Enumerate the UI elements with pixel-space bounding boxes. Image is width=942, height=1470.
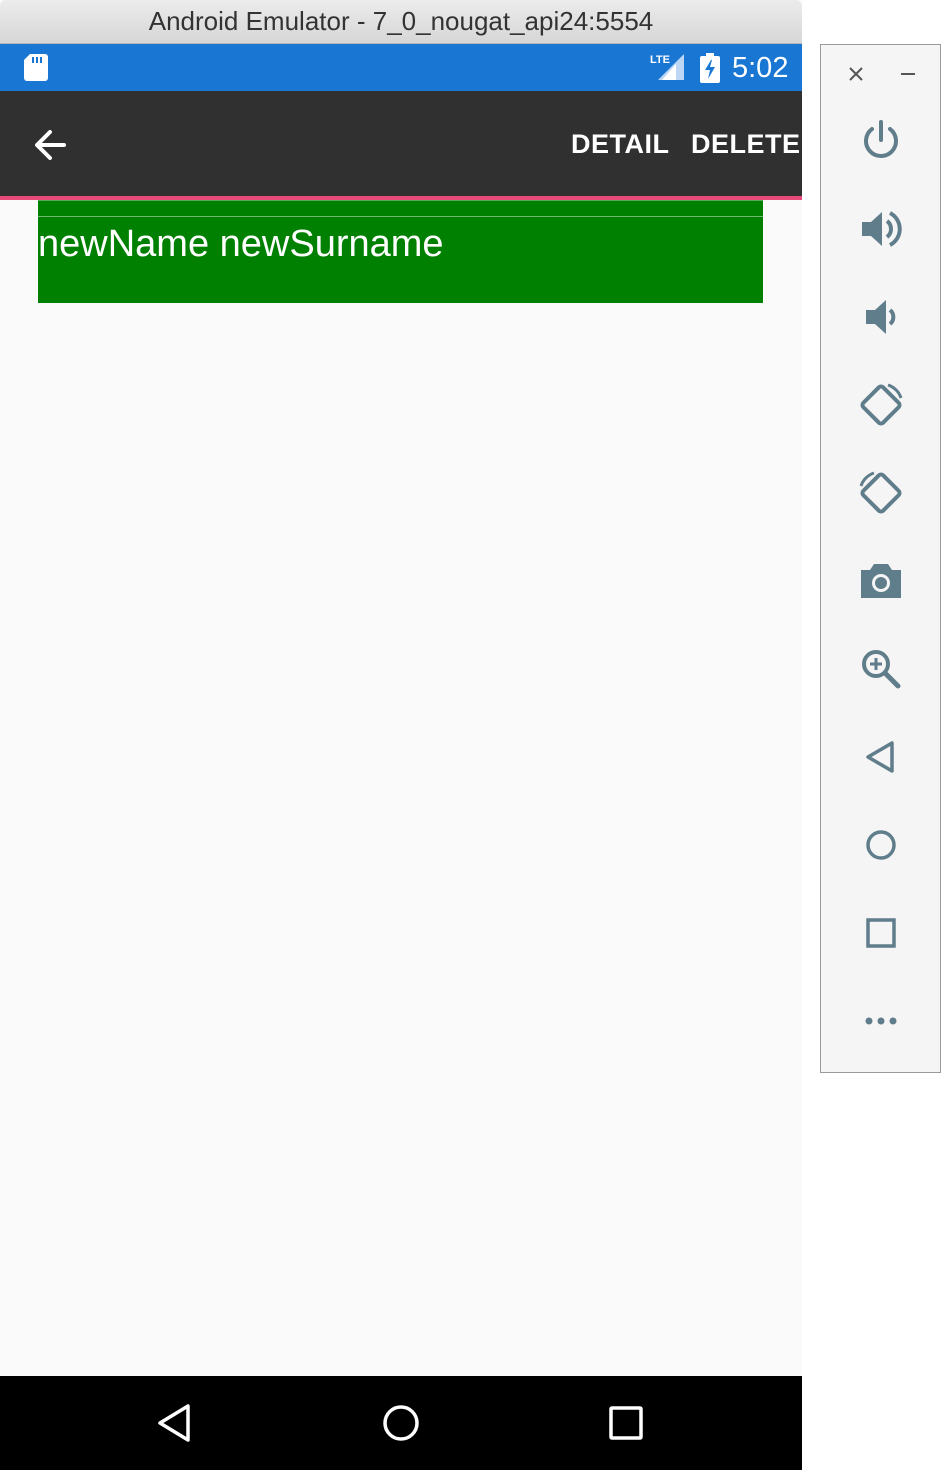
overview-icon[interactable] xyxy=(858,910,904,956)
minimize-icon[interactable] xyxy=(897,63,919,85)
volume-up-icon[interactable] xyxy=(858,206,904,252)
back-arrow-icon[interactable] xyxy=(24,121,78,169)
status-bar: LTE 5:02 xyxy=(0,44,802,91)
android-nav-bar xyxy=(0,1376,802,1470)
home-icon[interactable] xyxy=(858,822,904,868)
emulator-window: Android Emulator - 7_0_nougat_api24:5554… xyxy=(0,0,802,1470)
item-divider xyxy=(38,216,763,217)
app-toolbar: DETAIL DELETE xyxy=(0,91,802,200)
power-icon[interactable] xyxy=(858,118,904,164)
nav-back-icon[interactable] xyxy=(150,1398,200,1448)
window-title: Android Emulator - 7_0_nougat_api24:5554 xyxy=(148,6,654,36)
window-title-bar: Android Emulator - 7_0_nougat_api24:5554 xyxy=(0,0,802,44)
back-icon[interactable] xyxy=(858,734,904,780)
nav-recents-icon[interactable] xyxy=(601,1398,651,1448)
rotate-left-icon[interactable] xyxy=(858,382,904,428)
content-area: newName newSurname xyxy=(0,200,802,1376)
rotate-right-icon[interactable] xyxy=(858,470,904,516)
delete-button[interactable]: DELETE xyxy=(691,129,801,160)
zoom-icon[interactable] xyxy=(858,646,904,692)
close-icon[interactable] xyxy=(845,63,867,85)
list-item[interactable]: newName newSurname xyxy=(38,200,763,303)
list-item-label: newName newSurname xyxy=(38,223,444,265)
lte-signal-icon: LTE xyxy=(650,54,684,80)
more-icon[interactable] xyxy=(858,998,904,1044)
status-clock: 5:02 xyxy=(732,52,789,84)
sd-card-icon xyxy=(24,54,48,81)
volume-down-icon[interactable] xyxy=(858,294,904,340)
battery-charging-icon xyxy=(700,53,720,83)
nav-home-icon[interactable] xyxy=(376,1398,426,1448)
camera-icon[interactable] xyxy=(858,558,904,604)
detail-button[interactable]: DETAIL xyxy=(571,129,670,160)
lte-label: LTE xyxy=(650,54,670,66)
emulator-side-toolbar xyxy=(820,44,941,1073)
